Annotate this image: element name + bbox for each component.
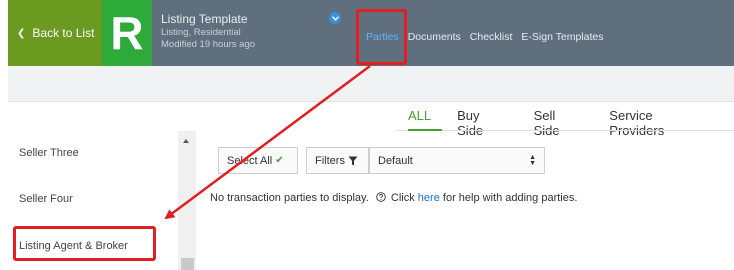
app-logo: R (102, 0, 152, 66)
chevron-left-icon: ❮ (17, 27, 26, 39)
annotation-highlight-listing-agent (13, 226, 156, 261)
chevron-down-icon (331, 15, 339, 21)
scrollbar-thumb[interactable] (181, 258, 194, 270)
sub-toolbar (8, 66, 734, 101)
filters-button[interactable]: Filters (306, 147, 369, 174)
tab-sell-side[interactable]: Sell Side (534, 108, 584, 138)
tabs-divider (395, 130, 734, 131)
divider (8, 101, 734, 102)
back-to-list-label: Back to List (32, 26, 95, 40)
nav-checklist[interactable]: Checklist (470, 31, 513, 43)
filters-label: Filters (315, 154, 345, 167)
annotation-highlight-parties (356, 9, 407, 65)
sort-select[interactable]: Default ▲ ▼ (369, 147, 545, 174)
back-to-list-button[interactable]: ❮ Back to List (8, 0, 102, 66)
select-all-label: Select All (227, 154, 273, 167)
help-link[interactable]: here (418, 192, 440, 204)
checkmark-icon: ✔ (275, 155, 284, 166)
empty-message-text: No transaction parties to display. (210, 192, 369, 204)
sort-updown-icon: ▲ ▼ (529, 154, 536, 167)
listing-subtitle: Listing, Residential (161, 27, 241, 38)
tab-all[interactable]: ALL (408, 108, 431, 138)
select-all-button[interactable]: Select All ✔ (218, 147, 298, 174)
sidebar-item-seller-four[interactable]: Seller Four (19, 193, 73, 205)
tab-service-providers[interactable]: Service Providers (609, 108, 708, 138)
question-circle-icon (376, 192, 386, 202)
listing-info: Listing Template Listing, Residential Mo… (161, 12, 255, 50)
tab-buy-side[interactable]: Buy Side (457, 108, 507, 138)
sidebar-scrollbar[interactable] (178, 131, 196, 270)
listing-dropdown-button[interactable] (329, 12, 341, 24)
sort-select-value: Default (378, 154, 413, 167)
empty-message-click: Click (390, 192, 415, 204)
listing-title: Listing Template (161, 12, 248, 26)
filter-icon (348, 156, 358, 165)
empty-message-after: for help with adding parties. (442, 192, 578, 204)
listing-modified: Modified 19 hours ago (161, 39, 256, 50)
sidebar-item-seller-three[interactable]: Seller Three (19, 147, 79, 159)
logo-letter: R (110, 7, 144, 59)
empty-state-message: No transaction parties to display. Click… (210, 192, 577, 204)
nav-esign-templates[interactable]: E-Sign Templates (521, 31, 603, 43)
party-tabs: ALL Buy Side Sell Side Service Providers (408, 108, 734, 138)
nav-documents[interactable]: Documents (408, 31, 461, 43)
scroll-up-arrow-icon[interactable] (183, 139, 189, 143)
active-tab-indicator (408, 129, 442, 131)
